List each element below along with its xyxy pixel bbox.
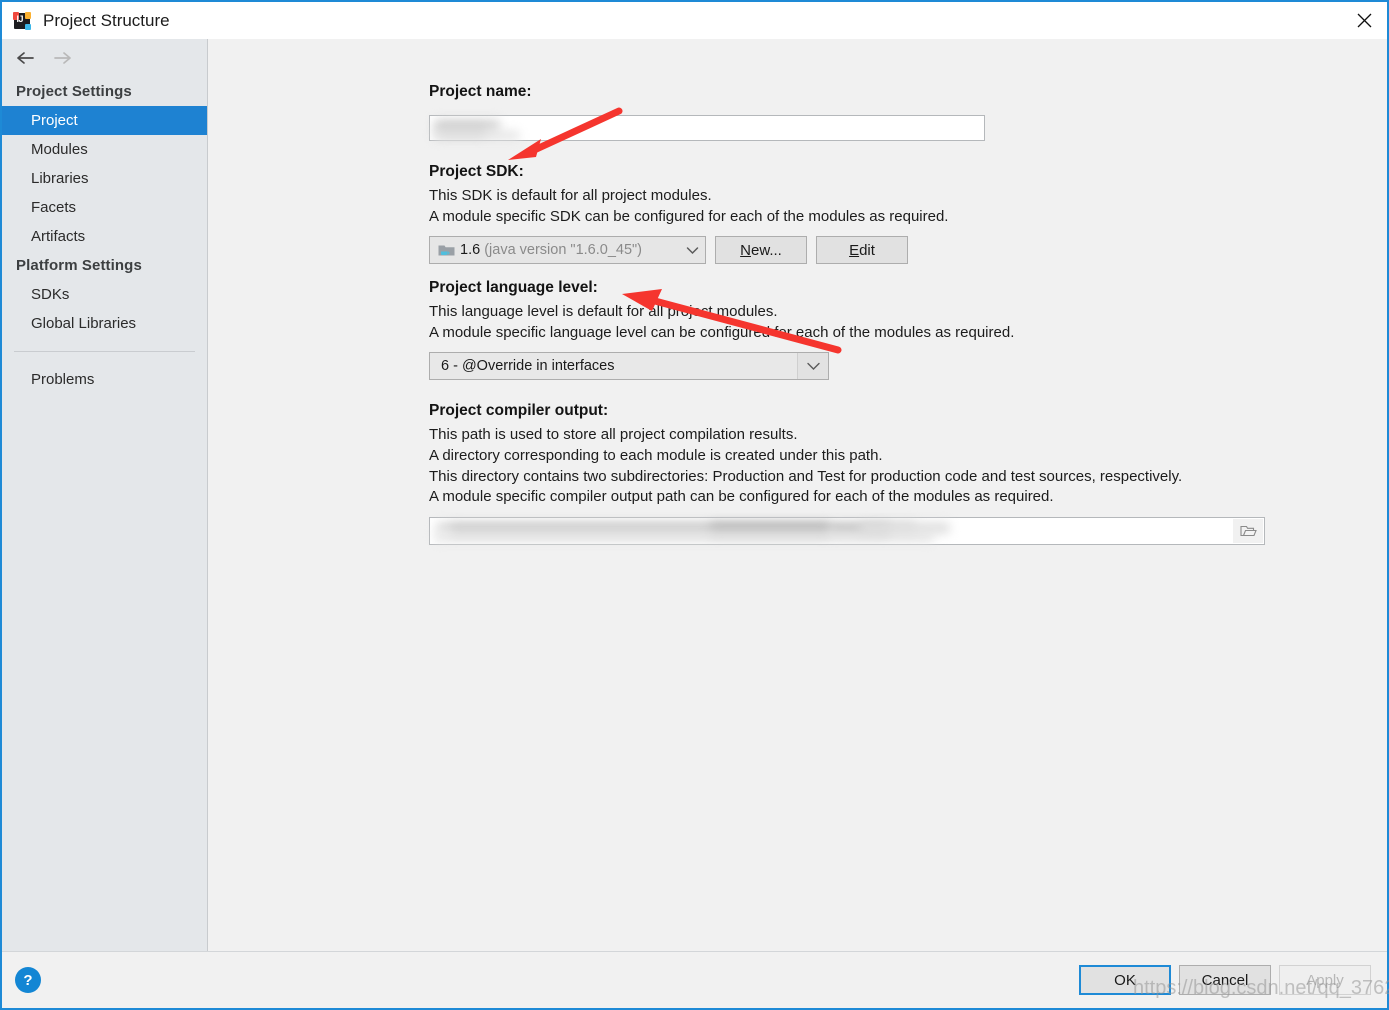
sidebar-item-sdks[interactable]: SDKs xyxy=(2,280,207,309)
new-button-mnemonic: N xyxy=(740,241,751,259)
help-question-icon[interactable]: ? xyxy=(15,967,41,993)
sidebar-item-artifacts[interactable]: Artifacts xyxy=(2,222,207,251)
sidebar-item-libraries[interactable]: Libraries xyxy=(2,164,207,193)
sidebar-divider xyxy=(14,351,195,352)
project-name-label: Project name: xyxy=(429,83,532,100)
sidebar-group-platform-settings: Platform Settings xyxy=(16,257,142,274)
project-sdk-description-2: A module specific SDK can be configured … xyxy=(429,207,949,225)
project-compiler-output-description-2: A directory corresponding to each module… xyxy=(429,446,883,464)
sidebar-item-problems[interactable]: Problems xyxy=(2,365,207,394)
apply-button: Apply xyxy=(1279,965,1371,995)
sidebar-item-global-libraries[interactable]: Global Libraries xyxy=(2,309,207,338)
project-structure-dialog: IJ Project Structure Project Settings Pr… xyxy=(0,0,1389,1010)
project-compiler-output-description-1: This path is used to store all project c… xyxy=(429,426,798,444)
edit-button-mnemonic: E xyxy=(849,241,860,259)
dialog-action-buttons: OK Cancel Apply xyxy=(1079,965,1371,995)
project-compiler-output-input[interactable] xyxy=(429,516,1265,545)
sidebar-item-modules[interactable]: Modules xyxy=(2,135,207,164)
window-title: Project Structure xyxy=(43,10,170,30)
sidebar-group-project-settings: Project Settings xyxy=(16,83,132,100)
navigation-row xyxy=(2,39,207,77)
close-icon[interactable] xyxy=(1341,2,1387,39)
project-language-level-dropdown[interactable]: 6 - @Override in interfaces xyxy=(429,352,829,381)
sidebar-item-project[interactable]: Project xyxy=(2,106,207,135)
project-sdk-label: Project SDK: xyxy=(429,163,524,180)
settings-sidebar: Project Settings Project Modules Librari… xyxy=(2,39,208,951)
new-sdk-button[interactable]: New... xyxy=(715,236,807,265)
new-button-rest: ew... xyxy=(750,241,782,259)
dialog-footer: ? OK Cancel Apply xyxy=(2,951,1387,1008)
cancel-button[interactable]: Cancel xyxy=(1179,965,1271,995)
edit-button-rest: dit xyxy=(859,241,875,259)
project-name-input[interactable] xyxy=(429,115,985,141)
arrow-left-icon[interactable] xyxy=(14,47,36,69)
project-sdk-description-1: This SDK is default for all project modu… xyxy=(429,187,712,204)
project-compiler-output-label: Project compiler output: xyxy=(429,402,609,420)
sidebar-item-facets[interactable]: Facets xyxy=(2,193,207,222)
project-sdk-row: 1.6 (java version "1.6.0_45") New... Edi… xyxy=(429,236,1387,265)
project-language-level-description-1: This language level is default for all p… xyxy=(429,303,778,321)
java-sdk-folder-icon xyxy=(438,243,455,258)
project-compiler-output-description-3: This directory contains two subdirectori… xyxy=(429,467,1183,485)
ok-button[interactable]: OK xyxy=(1079,965,1171,995)
settings-main-panel: Project name: Project SDK: This SDK is d… xyxy=(208,39,1387,951)
title-bar: IJ Project Structure xyxy=(2,2,1387,39)
arrow-right-icon xyxy=(52,47,74,69)
edit-sdk-button[interactable]: Edit xyxy=(816,236,908,265)
chevron-down-icon[interactable] xyxy=(679,237,705,263)
intellij-idea-icon: IJ xyxy=(13,11,31,30)
folder-browse-icon[interactable] xyxy=(1233,518,1263,543)
dialog-body: Project Settings Project Modules Librari… xyxy=(2,39,1387,951)
project-sdk-value: 1.6 (java version "1.6.0_45") xyxy=(460,242,642,258)
chevron-down-icon[interactable] xyxy=(797,353,828,380)
project-language-level-value: 6 - @Override in interfaces xyxy=(441,358,615,375)
project-language-level-description-2: A module specific language level can be … xyxy=(429,323,1015,341)
project-sdk-java-version: (java version "1.6.0_45") xyxy=(484,242,642,259)
project-sdk-dropdown[interactable]: 1.6 (java version "1.6.0_45") xyxy=(429,236,706,265)
project-language-level-label: Project language level: xyxy=(429,279,598,297)
project-sdk-version: 1.6 xyxy=(460,242,481,259)
project-compiler-output-description-4: A module specific compiler output path c… xyxy=(429,488,1054,506)
